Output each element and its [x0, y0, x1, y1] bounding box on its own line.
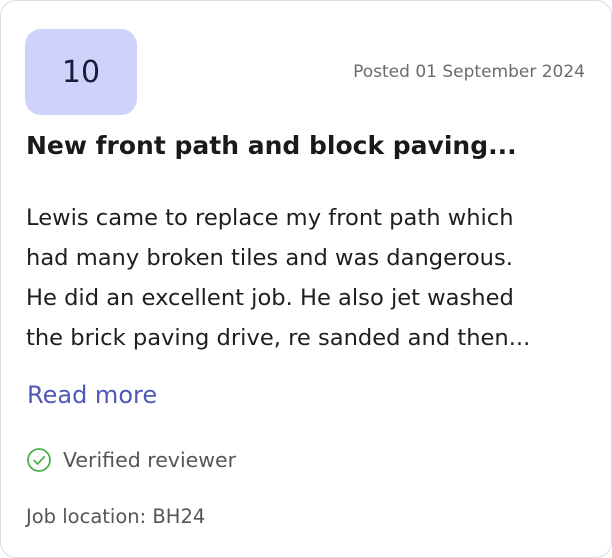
job-location: Job location: BH24: [26, 505, 206, 528]
review-body-line: Lewis came to replace my front path whic…: [26, 205, 514, 231]
review-body-line: had many broken tiles and was dangerous.: [26, 245, 513, 271]
verified-reviewer: Verified reviewer: [26, 447, 236, 473]
review-card: 10 Posted 01 September 2024 New front pa…: [0, 0, 612, 558]
review-body-line: the brick paving drive, re sanded and th…: [26, 325, 531, 351]
review-body: Lewis came to replace my front path whic…: [26, 198, 588, 358]
read-more-link[interactable]: Read more: [27, 381, 157, 409]
posted-date: Posted 01 September 2024: [353, 62, 585, 82]
score-badge: 10: [25, 29, 137, 115]
review-body-line: He did an excellent job. He also jet was…: [26, 285, 514, 311]
check-circle-icon: [26, 447, 52, 473]
verified-label: Verified reviewer: [63, 448, 237, 472]
score-value: 10: [61, 54, 101, 90]
review-title: New front path and block paving...: [26, 131, 517, 160]
